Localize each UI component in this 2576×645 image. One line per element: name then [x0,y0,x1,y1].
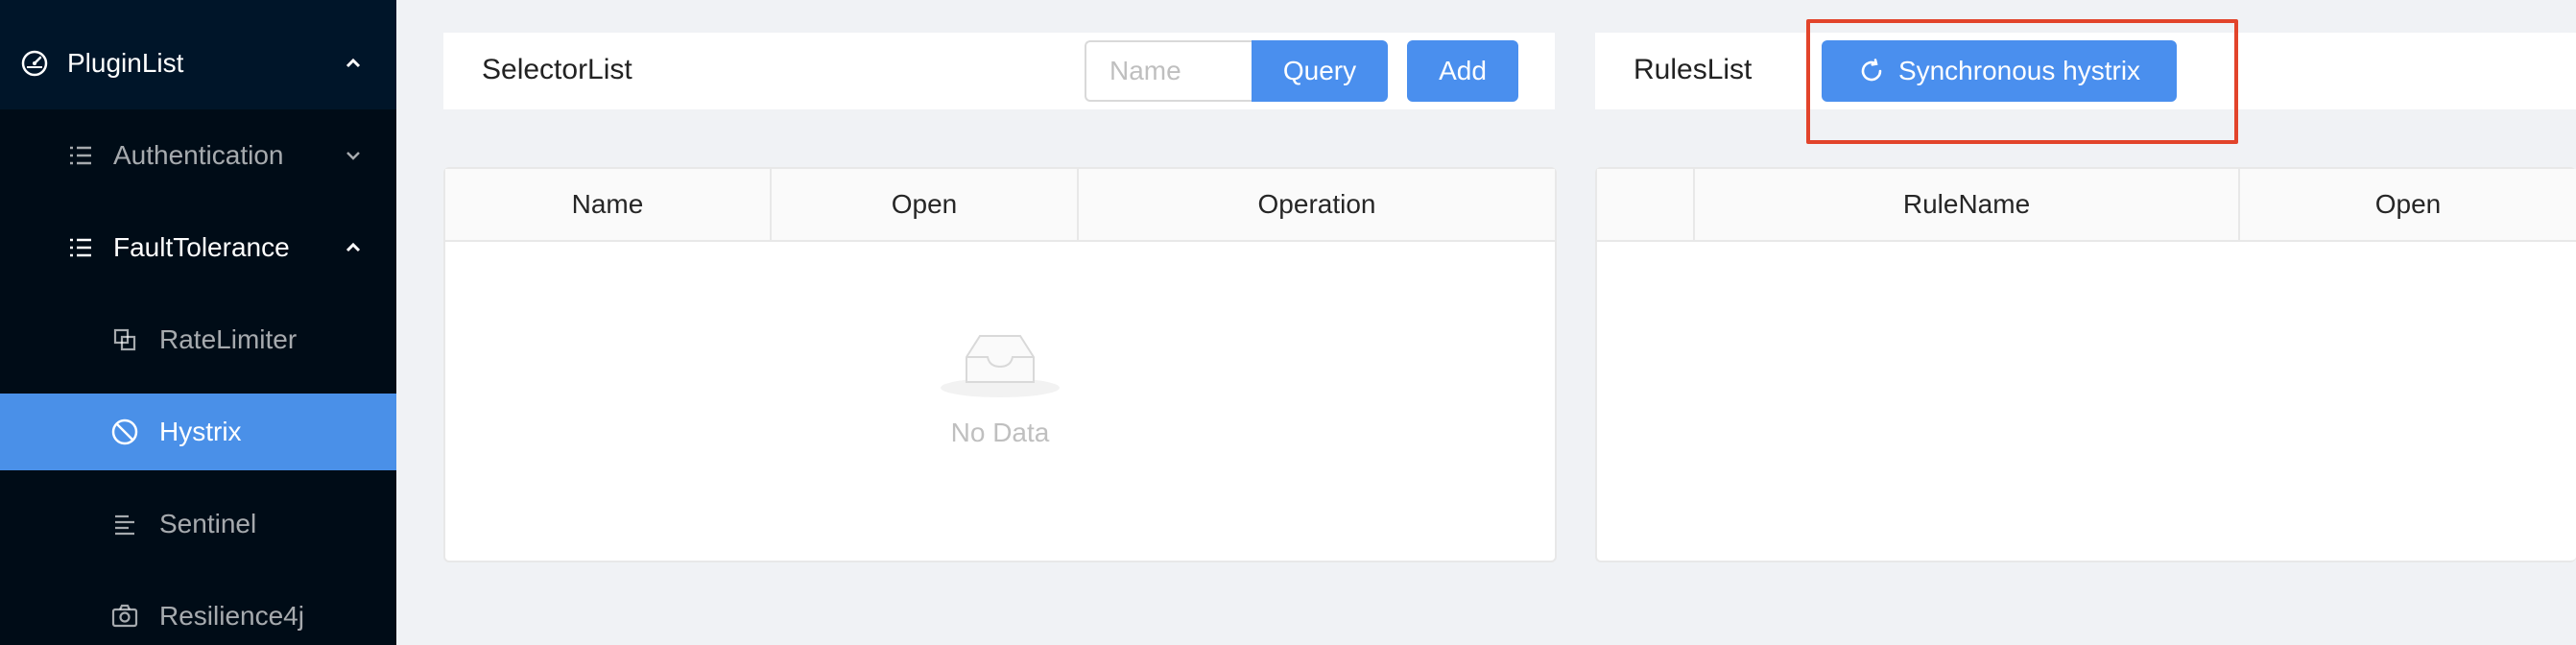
dashboard-icon [19,48,50,79]
table-header: Name Open Operation [445,169,1555,242]
sidebar-item-label: Hystrix [159,417,242,446]
chevron-up-icon [342,236,365,259]
table-header: RuleName Open [1597,169,2576,242]
sidebar-item-hystrix[interactable]: Hystrix [0,394,396,470]
sync-hystrix-button[interactable]: Synchronous hystrix [1822,40,2177,102]
column-header-operation: Operation [1257,189,1376,219]
rules-table: RuleName Open [1595,167,2576,562]
empty-state: No Data [445,322,1555,448]
add-button[interactable]: Add [1407,40,1518,102]
sidebar-item-label: Authentication [113,140,284,170]
search-input[interactable] [1085,40,1253,102]
list-icon [65,232,96,263]
sidebar-item-label: RateLimiter [159,324,298,354]
selector-header: SelectorList [443,33,1555,109]
selector-table: Name Open Operation No Data [443,167,1557,562]
camera-icon [109,601,140,632]
sidebar-item-label: Sentinel [159,509,257,538]
sidebar-item-resilience4j[interactable]: Resilience4j [0,570,396,645]
sidebar-item-faulttolerance[interactable]: FaultTolerance [0,202,396,294]
block-icon [109,324,140,355]
chevron-down-icon [342,144,365,167]
sidebar-item-authentication[interactable]: Authentication [0,109,396,202]
sidebar-item-sentinel[interactable]: Sentinel [0,478,396,570]
sidebar-item-pluginlist[interactable]: PluginList [0,17,396,109]
sidebar: PluginList Authentication FaultTolerance [0,0,396,645]
reload-icon [1858,58,1885,84]
column-header-name: Name [571,189,644,219]
sidebar-item-label: FaultTolerance [113,232,290,262]
app-window: PluginList Authentication FaultTolerance [0,0,2576,645]
list-icon [65,140,96,171]
column-header-open: Open [891,189,958,219]
column-header-select [1597,169,1693,240]
sidebar-item-label: Resilience4j [159,601,304,631]
empty-inbox-icon [938,322,1062,404]
column-header-open: Open [2374,189,2442,219]
rules-title: RulesList [1634,54,1753,85]
sidebar-item-label: PluginList [67,48,184,78]
stop-icon [109,417,140,447]
empty-text: No Data [950,418,1050,447]
selector-title: SelectorList [482,54,632,85]
sidebar-item-ratelimiter[interactable]: RateLimiter [0,294,396,386]
query-button[interactable]: Query [1252,40,1388,102]
column-header-rulename: RuleName [1902,189,2031,219]
sync-hystrix-label: Synchronous hystrix [1897,56,2141,85]
chevron-up-icon [342,52,365,75]
align-left-icon [109,509,140,539]
